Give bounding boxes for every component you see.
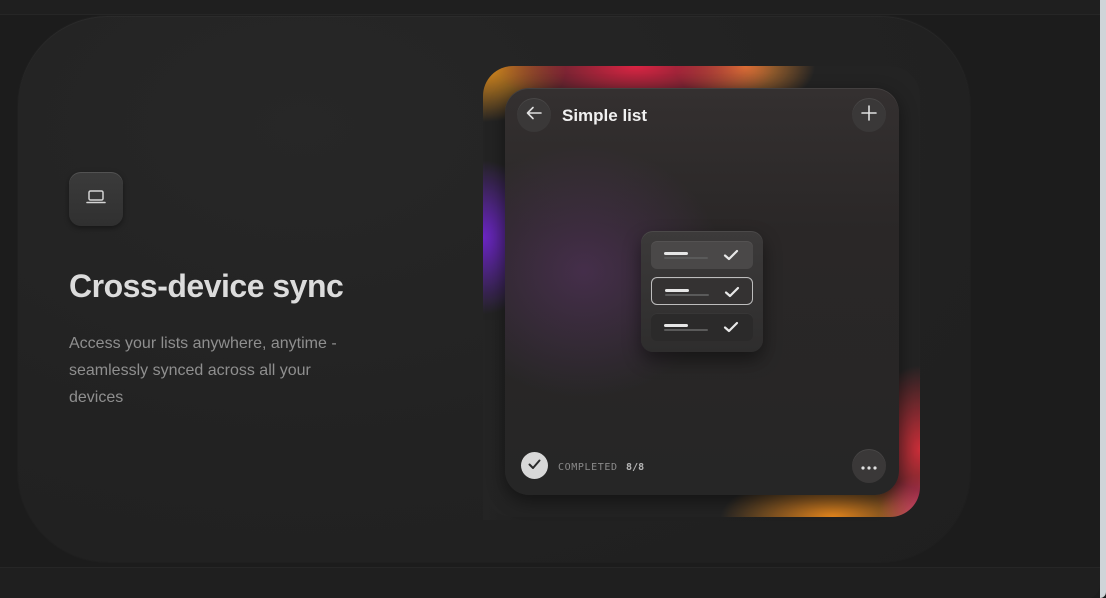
laptop-icon bbox=[86, 189, 106, 210]
check-icon bbox=[723, 320, 739, 334]
bottom-band bbox=[0, 567, 1100, 598]
list-item bbox=[651, 313, 753, 341]
list-illustration bbox=[641, 231, 763, 352]
completed-status: COMPLETED 8/8 bbox=[521, 452, 644, 479]
list-item bbox=[651, 277, 753, 305]
preview-app-window: Simple list COMPLETED 8/8 bbox=[505, 88, 899, 495]
text-line bbox=[665, 289, 689, 292]
completed-label: COMPLETED bbox=[558, 461, 618, 473]
back-button[interactable] bbox=[517, 98, 551, 132]
add-button[interactable] bbox=[852, 98, 886, 132]
check-icon bbox=[723, 248, 739, 262]
check-icon bbox=[724, 285, 740, 299]
completed-check-badge bbox=[521, 452, 548, 479]
completed-count: 8/8 bbox=[626, 461, 645, 473]
text-line-secondary bbox=[664, 329, 708, 331]
arrow-left-icon bbox=[526, 106, 542, 125]
list-title: Simple list bbox=[562, 106, 648, 125]
text-line-secondary bbox=[664, 257, 708, 259]
feature-icon-tile bbox=[69, 172, 123, 226]
check-icon bbox=[528, 457, 541, 475]
text-line bbox=[664, 252, 688, 255]
feature-title: Cross-device sync bbox=[69, 268, 344, 304]
text-line bbox=[664, 324, 688, 327]
more-horizontal-icon bbox=[861, 457, 877, 475]
text-line-secondary bbox=[665, 294, 709, 296]
feature-description: Access your lists anywhere, anytime - se… bbox=[69, 335, 337, 406]
window-edge bbox=[1100, 0, 1106, 598]
more-options-button[interactable] bbox=[852, 449, 886, 483]
page: Cross-device sync Access your lists anyw… bbox=[0, 0, 1106, 598]
plus-icon bbox=[861, 104, 877, 126]
top-strip bbox=[0, 0, 1100, 15]
list-item bbox=[651, 241, 753, 269]
